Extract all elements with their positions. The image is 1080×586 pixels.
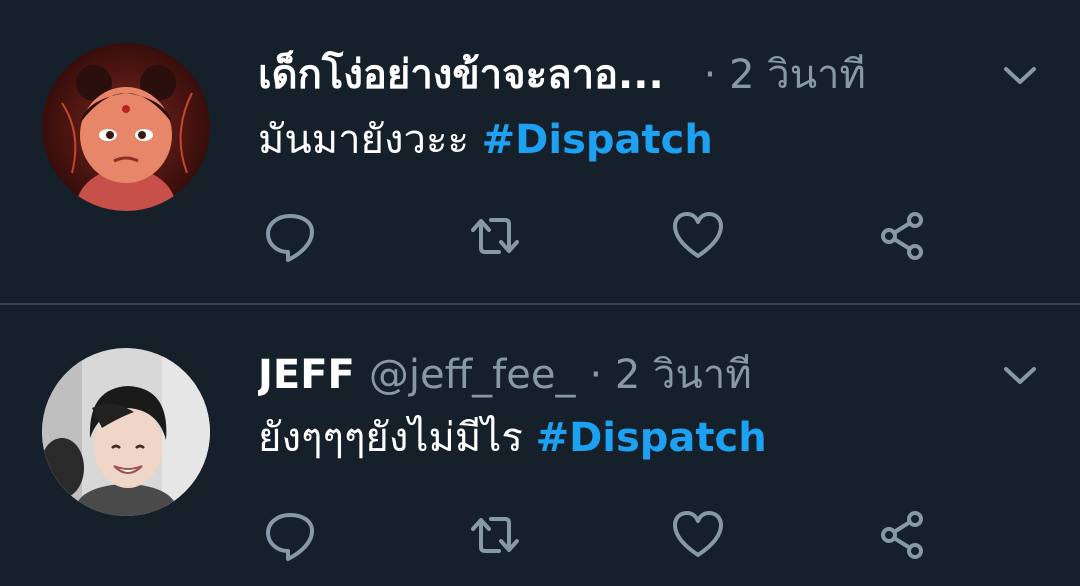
avatar-cartoon-icon bbox=[42, 43, 210, 211]
timestamp[interactable]: · 2 วินาที bbox=[704, 45, 866, 105]
like-button[interactable] bbox=[668, 505, 728, 565]
tweet-header: เด็กโง่อย่างข้าจะลาอ... · 2 วินาที bbox=[258, 45, 970, 105]
tweet-body: มันมายังวะะ bbox=[258, 117, 469, 163]
reply-icon bbox=[266, 214, 314, 262]
tweet-actions bbox=[258, 206, 958, 266]
share-button[interactable] bbox=[873, 505, 933, 565]
share-icon bbox=[881, 511, 923, 559]
avatar[interactable] bbox=[42, 348, 210, 516]
retweet-button[interactable] bbox=[465, 206, 525, 266]
like-button[interactable] bbox=[668, 206, 728, 266]
tweet-actions bbox=[258, 505, 958, 565]
tweet-header: JEFF @jeff_fee_ · 2 วินาที bbox=[258, 345, 970, 405]
user-handle[interactable]: @jeff_fee_ bbox=[369, 345, 576, 405]
timestamp[interactable]: · 2 วินาที bbox=[589, 345, 751, 405]
tweet-body: ยังๆๆๆยังไม่มีไร bbox=[258, 415, 523, 461]
chevron-down-icon[interactable] bbox=[1000, 55, 1040, 95]
share-button[interactable] bbox=[873, 206, 933, 266]
reply-button[interactable] bbox=[260, 206, 320, 266]
hashtag-link[interactable]: #Dispatch bbox=[536, 415, 767, 461]
avatar-photo-icon bbox=[42, 348, 210, 516]
like-icon bbox=[673, 212, 723, 258]
retweet-icon bbox=[471, 218, 519, 254]
avatar[interactable] bbox=[42, 43, 210, 211]
like-icon bbox=[673, 511, 723, 557]
tweet[interactable]: JEFF @jeff_fee_ · 2 วินาที ยังๆๆๆยังไม่ม… bbox=[0, 305, 1080, 586]
reply-icon bbox=[266, 513, 314, 561]
tweet-text: ยังๆๆๆยังไม่มีไร #Dispatch bbox=[258, 408, 1020, 468]
hashtag-link[interactable]: #Dispatch bbox=[482, 117, 713, 163]
chevron-down-icon[interactable] bbox=[1000, 355, 1040, 395]
share-icon bbox=[881, 212, 923, 260]
display-name[interactable]: เด็กโง่อย่างข้าจะลาอ... bbox=[258, 45, 664, 105]
tweet-text: มันมายังวะะ #Dispatch bbox=[258, 110, 1020, 170]
tweet[interactable]: เด็กโง่อย่างข้าจะลาอ... · 2 วินาที มันมา… bbox=[0, 0, 1080, 303]
retweet-icon bbox=[471, 517, 519, 553]
reply-button[interactable] bbox=[260, 505, 320, 565]
retweet-button[interactable] bbox=[465, 505, 525, 565]
display-name[interactable]: JEFF bbox=[258, 345, 355, 405]
